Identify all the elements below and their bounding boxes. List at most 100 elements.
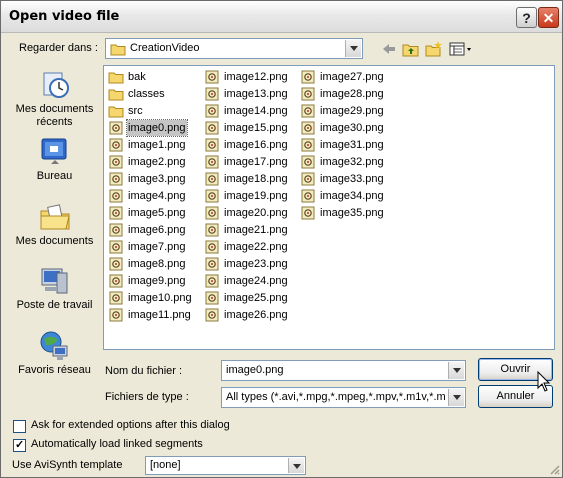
my-documents-icon xyxy=(40,204,70,230)
file-name: image28.png xyxy=(320,88,384,100)
folder-icon xyxy=(108,106,124,118)
desktop-icon xyxy=(41,138,66,164)
open-video-dialog: Open video file ? ✕ Regarder dans : Crea… xyxy=(0,0,563,478)
image-file-icon xyxy=(109,121,123,135)
my-computer-icon xyxy=(41,268,67,294)
place-label-line1: Mes documents xyxy=(15,235,94,247)
image-file-icon xyxy=(109,206,123,220)
image-file-icon xyxy=(205,223,219,237)
file-name: image29.png xyxy=(320,105,384,117)
file-name: image18.png xyxy=(224,173,288,185)
file-name: image22.png xyxy=(224,241,288,253)
look-in-combo[interactable]: CreationVideo xyxy=(105,38,363,59)
image-file-icon xyxy=(109,308,123,322)
place-label-line1: Poste de travail xyxy=(16,299,93,311)
view-menu-icon[interactable] xyxy=(449,41,473,57)
image-file-icon xyxy=(109,223,123,237)
file-name: classes xyxy=(128,88,165,100)
image-file-icon xyxy=(109,172,123,186)
filetype-select[interactable]: All types (*.avi,*.mpg,*.mpeg,*.mpv,*.m1… xyxy=(221,387,466,408)
image-file-icon xyxy=(205,240,219,254)
image-file-icon xyxy=(301,206,315,220)
image-file-icon xyxy=(301,172,315,186)
place-recent[interactable]: Mes documents récents xyxy=(12,69,97,129)
image-file-icon xyxy=(205,70,219,84)
autoload-checkbox[interactable] xyxy=(13,438,26,452)
close-button[interactable]: ✕ xyxy=(538,7,559,28)
filename-label: Nom du fichier : xyxy=(105,365,183,377)
file-name: image20.png xyxy=(224,207,288,219)
chevron-down-icon[interactable] xyxy=(345,40,361,57)
folder-icon xyxy=(110,44,126,56)
autoload-label: Automatically load linked segments xyxy=(31,438,203,450)
file-name: image21.png xyxy=(224,224,288,236)
title-bar[interactable]: Open video file ? ✕ xyxy=(1,1,562,33)
up-folder-icon[interactable] xyxy=(402,41,420,57)
recent-documents-icon xyxy=(43,72,69,98)
resize-grip-icon[interactable] xyxy=(548,463,560,475)
filename-value: image0.png xyxy=(226,364,284,376)
image-file-icon xyxy=(205,138,219,152)
file-name: image19.png xyxy=(224,190,288,202)
place-my-documents[interactable]: Mes documents xyxy=(12,201,97,248)
place-label-line2: récents xyxy=(36,116,73,128)
place-my-computer[interactable]: Poste de travail xyxy=(12,265,97,312)
place-label-line1: Mes documents xyxy=(15,103,94,115)
file-name: image15.png xyxy=(224,122,288,134)
help-button[interactable]: ? xyxy=(516,7,537,28)
image-file-icon xyxy=(301,70,315,84)
file-name: image31.png xyxy=(320,139,384,151)
file-name: image12.png xyxy=(224,71,288,83)
file-name: image23.png xyxy=(224,258,288,270)
image-file-icon xyxy=(109,138,123,152)
avisynth-value: [none] xyxy=(150,459,181,471)
file-name: image33.png xyxy=(320,173,384,185)
image-file-icon xyxy=(205,87,219,101)
image-file-icon xyxy=(109,155,123,169)
mouse-cursor-icon xyxy=(537,371,551,392)
image-file-icon xyxy=(205,274,219,288)
image-file-icon xyxy=(109,274,123,288)
file-name: image0.png xyxy=(126,119,188,137)
avisynth-label: Use AviSynth template xyxy=(12,459,123,471)
extended-options-checkbox[interactable] xyxy=(13,420,26,433)
chevron-down-icon[interactable] xyxy=(448,389,464,406)
chevron-down-icon[interactable] xyxy=(448,362,464,379)
file-name: image3.png xyxy=(128,173,186,185)
filetype-value: All types (*.avi,*.mpg,*.mpeg,*.mpv,*.m1… xyxy=(226,391,445,403)
folder-icon xyxy=(108,89,124,101)
file-name: image13.png xyxy=(224,88,288,100)
image-file-icon xyxy=(301,189,315,203)
image-file-icon xyxy=(205,189,219,203)
image-file-icon xyxy=(205,155,219,169)
avisynth-select[interactable]: [none] xyxy=(145,456,306,475)
image-file-icon xyxy=(205,172,219,186)
image-file-icon xyxy=(205,257,219,271)
file-name: image16.png xyxy=(224,139,288,151)
image-file-icon xyxy=(205,308,219,322)
file-name: image35.png xyxy=(320,207,384,219)
file-name: image34.png xyxy=(320,190,384,202)
file-name: src xyxy=(128,105,143,117)
network-places-icon xyxy=(40,331,67,360)
file-list[interactable]: bak classes src image0.png image1.png image2.… xyxy=(103,65,555,350)
file-name: image2.png xyxy=(128,156,186,168)
look-in-label: Regarder dans : xyxy=(19,42,98,54)
place-label-line1: Favoris réseau xyxy=(18,364,91,376)
chevron-down-icon[interactable] xyxy=(288,458,304,473)
place-network[interactable]: Favoris réseau xyxy=(12,330,97,377)
image-file-icon xyxy=(205,104,219,118)
look-in-value: CreationVideo xyxy=(130,42,200,54)
file-name: image30.png xyxy=(320,122,384,134)
image-file-icon xyxy=(301,104,315,118)
file-name: image26.png xyxy=(224,309,288,321)
file-name: image24.png xyxy=(224,275,288,287)
new-folder-icon[interactable] xyxy=(425,41,443,57)
image-file-icon xyxy=(109,257,123,271)
image-file-icon xyxy=(205,206,219,220)
file-name: image1.png xyxy=(128,139,186,151)
place-desktop[interactable]: Bureau xyxy=(12,136,97,183)
back-arrow-icon[interactable] xyxy=(380,41,398,57)
image-file-icon xyxy=(205,291,219,305)
filename-input[interactable]: image0.png xyxy=(221,360,466,381)
